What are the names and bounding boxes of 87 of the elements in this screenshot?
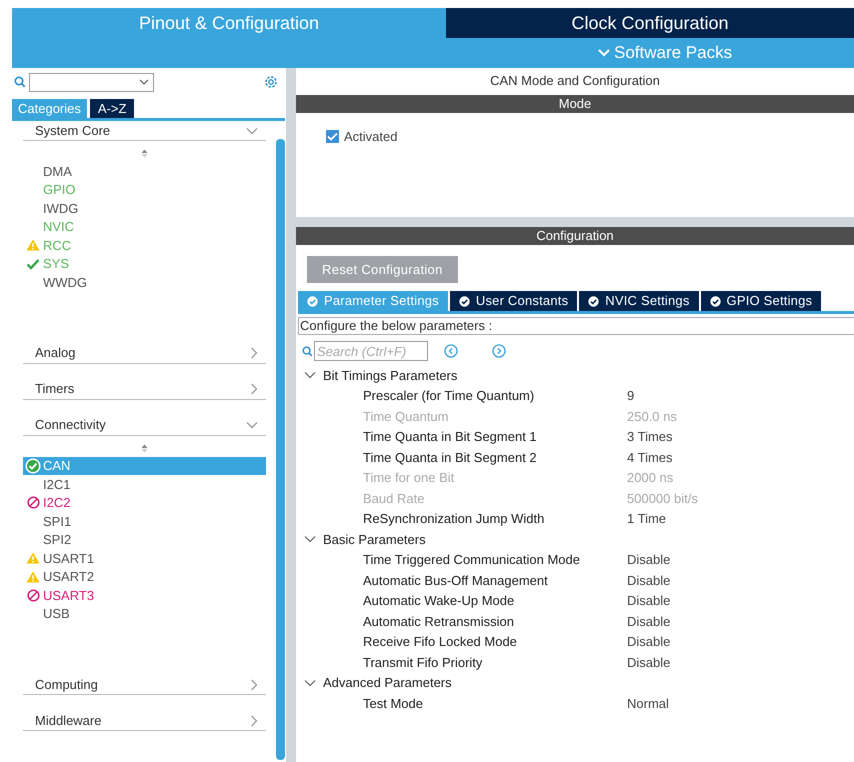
category-header[interactable]: Timers	[35, 379, 74, 399]
caret-icon	[139, 79, 149, 85]
check-icon	[458, 296, 470, 306]
list-item[interactable]: USART3	[43, 586, 94, 605]
settings-icon[interactable]	[263, 74, 279, 90]
settings-tab[interactable]: User Constants	[450, 291, 578, 311]
parameter-value[interactable]: 4 Times	[627, 448, 673, 467]
parameter-name: Automatic Bus-Off Management	[363, 572, 549, 590]
parameter-name: ReSynchronization Jump Width	[363, 510, 546, 528]
parameter-name: Transmit Fifo Priority	[363, 654, 484, 672]
parameter-value[interactable]: 3 Times	[627, 427, 673, 446]
search-dropdown[interactable]	[29, 72, 154, 92]
parameter-value[interactable]: Disable	[627, 570, 670, 590]
category-header[interactable]: Computing	[35, 674, 98, 694]
search-field[interactable]: Search (Ctrl+F)	[314, 341, 428, 361]
scrollbar[interactable]	[276, 139, 285, 760]
parameter-name: Baud Rate	[363, 490, 426, 508]
parameter-name: Automatic Retransmission	[363, 612, 515, 630]
checkbox[interactable]	[326, 130, 339, 144]
parameter-value[interactable]: 9	[627, 386, 634, 406]
check-icon	[26, 258, 40, 270]
parameter-name: Prescaler (for Time Quantum)	[363, 387, 536, 405]
check-icon	[307, 296, 318, 306]
list-item[interactable]: WWDG	[43, 272, 88, 292]
category-header[interactable]: Analog	[35, 343, 76, 363]
warning-icon	[26, 552, 40, 564]
list-item[interactable]: I2C2	[43, 493, 70, 512]
list-item[interactable]: IWDG	[43, 198, 78, 218]
blocked-icon	[26, 496, 40, 510]
parameter-name: Test Mode	[363, 694, 424, 712]
check-icon	[588, 296, 600, 306]
category-header[interactable]: System Core	[35, 120, 110, 140]
parameter-value: 500000 bit/s	[627, 490, 698, 508]
group-label[interactable]: Basic Parameters	[323, 530, 426, 549]
splitter-handle[interactable]	[286, 68, 296, 762]
list-item[interactable]: USART1	[43, 548, 94, 568]
check-icon	[710, 296, 721, 306]
list-item[interactable]: USB	[43, 604, 70, 624]
group-label[interactable]: Bit Timings Parameters	[323, 366, 458, 385]
parameter-value[interactable]: Disable	[627, 652, 670, 672]
next-icon[interactable]	[492, 344, 506, 358]
list-item[interactable]: DMA	[43, 162, 72, 181]
search-icon	[302, 346, 313, 356]
chevron-down-icon[interactable]	[304, 678, 316, 687]
category-header[interactable]: Connectivity	[35, 415, 106, 435]
settings-tab[interactable]: NVIC Settings	[579, 291, 699, 311]
previous-icon[interactable]	[444, 344, 458, 358]
chevron-down-icon[interactable]	[304, 371, 316, 380]
parameter-name: Time Quanta in Bit Segment 2	[363, 448, 538, 467]
group-label[interactable]: Advanced Parameters	[323, 673, 452, 692]
chevron-down-icon	[598, 48, 610, 58]
hint-text: Configure the below parameters :	[298, 317, 854, 335]
parameter-name: Time Quanta in Bit Segment 1	[363, 428, 538, 446]
check-icon	[25, 458, 41, 474]
parameter-name: Time Triggered Communication Mode	[363, 551, 581, 569]
settings-tab[interactable]: GPIO Settings	[700, 291, 822, 311]
parameter-name: Receive Fifo Locked Mode	[363, 633, 518, 651]
list-item[interactable]: SPI2	[43, 530, 72, 550]
top-tab[interactable]: Clock Configuration	[446, 8, 854, 38]
parameter-value[interactable]: Disable	[627, 591, 670, 610]
parameter-value[interactable]: Disable	[627, 550, 670, 570]
warning-icon	[26, 239, 40, 252]
parameter-value: 250.0 ns	[627, 408, 677, 426]
parameter-value: 2000 ns	[627, 469, 674, 487]
panel-title: CAN Mode and Configuration	[489, 72, 661, 90]
search-icon	[14, 76, 26, 88]
blocked-icon	[26, 588, 40, 602]
list-item[interactable]: USART2	[43, 567, 94, 586]
parameter-name: Time for one Bit	[363, 469, 456, 487]
splitter-handle[interactable]	[296, 217, 854, 227]
warning-icon	[26, 570, 40, 583]
sort-icon[interactable]	[141, 149, 148, 158]
parameter-value[interactable]: Disable	[627, 612, 670, 631]
section-header: Configuration	[296, 227, 854, 245]
parameter-name: Time Quantum	[363, 408, 450, 426]
list-item[interactable]: I2C1	[43, 474, 70, 494]
parameter-value[interactable]: 1 Time	[627, 509, 666, 528]
section-header: Mode	[296, 95, 854, 113]
parameter-value[interactable]: Disable	[627, 632, 670, 652]
category-header[interactable]: Middleware	[35, 710, 102, 730]
parameter-name: Automatic Wake-Up Mode	[363, 592, 516, 610]
chevron-down-icon[interactable]	[304, 535, 316, 544]
list-item[interactable]: SPI1	[43, 512, 72, 531]
parameter-value[interactable]: Normal	[627, 694, 669, 713]
sidebar-tab[interactable]: A->Z	[90, 99, 134, 118]
sort-icon[interactable]	[141, 444, 148, 452]
checkbox-label: Activated	[344, 128, 398, 146]
